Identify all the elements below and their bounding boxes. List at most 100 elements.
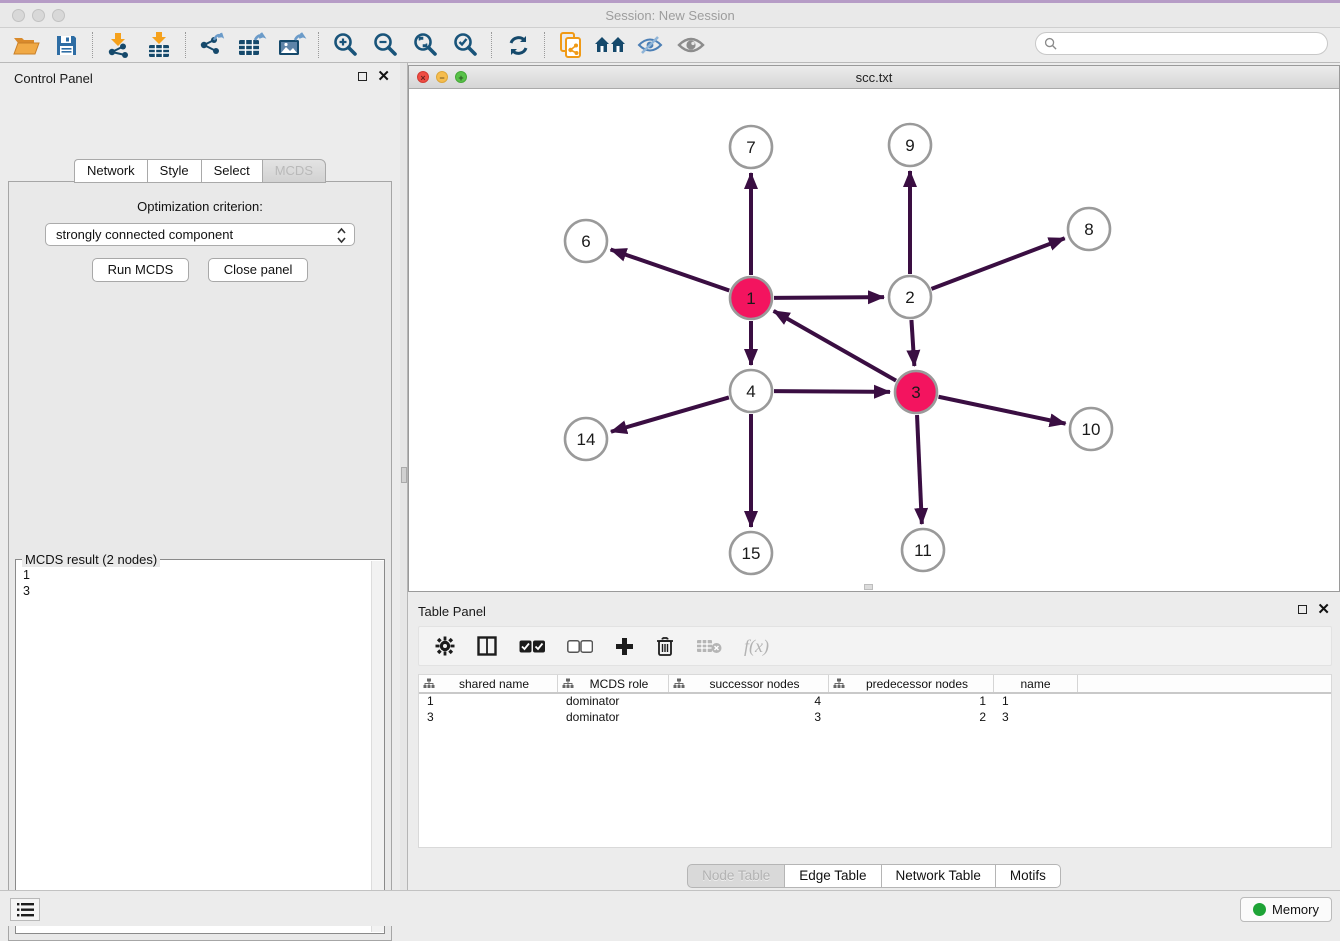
tree-icon [833, 678, 845, 689]
zoom-fit-button[interactable] [405, 30, 445, 60]
graph-edge-1-2[interactable] [774, 297, 884, 298]
graph-edge-2-8[interactable] [932, 238, 1065, 289]
table-row[interactable]: 1 dominator 4 1 1 [419, 694, 1331, 710]
graph-node-label: 2 [905, 288, 914, 307]
export-image-icon [277, 32, 307, 58]
control-panel-tabs: NetworkStyleSelectMCDS [0, 159, 400, 183]
column-header-name[interactable]: name [994, 675, 1078, 692]
hide-panel-button[interactable] [631, 30, 671, 60]
network-window-titlebar[interactable]: × − + scc.txt [409, 66, 1339, 89]
import-table-icon [146, 32, 172, 58]
toolbar-separator [185, 32, 186, 58]
graph-edge-2-3[interactable] [911, 320, 914, 366]
add-column-icon[interactable] [615, 637, 634, 656]
float-panel-icon[interactable] [358, 72, 367, 81]
tab-network-table[interactable]: Network Table [881, 864, 995, 888]
home-icon [594, 34, 628, 56]
column-header-predecessor-nodes[interactable]: predecessor nodes [829, 675, 994, 692]
graph-node-label: 6 [581, 232, 590, 251]
cell-name[interactable]: 3 [994, 710, 1078, 726]
refresh-button[interactable] [498, 30, 538, 60]
open-session-button[interactable] [6, 30, 46, 60]
cell-predecessor[interactable]: 1 [829, 694, 994, 710]
network-graph[interactable]: 7968124314101511 [409, 89, 1339, 592]
tab-node-table[interactable]: Node Table [687, 864, 784, 888]
cell-shared-name[interactable]: 1 [419, 694, 558, 710]
panel-splitter[interactable] [400, 63, 408, 890]
node-table[interactable]: shared name MCDS role successor nodes pr… [418, 674, 1332, 848]
tab-mcds[interactable]: MCDS [262, 159, 326, 183]
zoom-in-button[interactable] [325, 30, 365, 60]
search-field[interactable] [1035, 32, 1328, 55]
float-table-panel-icon[interactable] [1298, 605, 1307, 614]
clone-network-button[interactable] [551, 30, 591, 60]
tab-style[interactable]: Style [147, 159, 201, 183]
search-input[interactable] [1057, 33, 1327, 54]
mcds-tab-content: Optimization criterion: strongly connect… [8, 181, 392, 941]
cell-successor[interactable]: 4 [669, 694, 829, 710]
tab-motifs[interactable]: Motifs [995, 864, 1061, 888]
column-header-mcds-role[interactable]: MCDS role [558, 675, 669, 692]
criterion-dropdown[interactable]: strongly connected component [45, 223, 355, 246]
show-panel-button[interactable] [671, 30, 711, 60]
tab-network[interactable]: Network [74, 159, 147, 183]
graph-edge-3-1[interactable] [774, 311, 896, 381]
select-all-checkboxes-icon[interactable] [519, 640, 545, 653]
app-titlebar: Session: New Session [0, 3, 1340, 28]
column-layout-icon[interactable] [477, 636, 497, 656]
network-canvas[interactable]: 7968124314101511 [409, 89, 1339, 591]
toolbar-separator [491, 32, 492, 58]
memory-status-icon [1253, 903, 1266, 916]
import-network-button[interactable] [99, 30, 139, 60]
network-resize-grip[interactable] [864, 584, 873, 590]
close-table-panel-icon[interactable]: ✕ [1317, 604, 1330, 615]
table-row[interactable]: 3 dominator 3 2 3 [419, 710, 1331, 726]
cell-shared-name[interactable]: 3 [419, 710, 558, 726]
export-network-button[interactable] [192, 30, 232, 60]
memory-button[interactable]: Memory [1240, 897, 1332, 922]
graph-edge-4-14[interactable] [611, 397, 729, 431]
graph-edge-3-11[interactable] [917, 415, 922, 524]
export-table-button[interactable] [232, 30, 272, 60]
zoom-selected-button[interactable] [445, 30, 485, 60]
column-header-successor-nodes[interactable]: successor nodes [669, 675, 829, 692]
graph-edge-1-6[interactable] [611, 249, 730, 290]
import-table-button[interactable] [139, 30, 179, 60]
cell-predecessor[interactable]: 2 [829, 710, 994, 726]
zoom-in-icon [332, 32, 358, 58]
eye-slash-icon [637, 34, 665, 56]
cell-mcds-role[interactable]: dominator [558, 694, 669, 710]
splitter-grip[interactable] [401, 467, 407, 483]
delete-column-icon[interactable] [656, 636, 674, 656]
graph-node-label: 9 [905, 136, 914, 155]
list-icon [17, 903, 34, 917]
optimization-criterion-label: Optimization criterion: [9, 199, 391, 214]
graph-edge-3-10[interactable] [939, 397, 1066, 424]
graph-edge-4-3[interactable] [774, 391, 890, 392]
deselect-all-checkboxes-icon[interactable] [567, 640, 593, 653]
cell-mcds-role[interactable]: dominator [558, 710, 669, 726]
zoom-out-button[interactable] [365, 30, 405, 60]
task-history-button[interactable] [10, 898, 40, 921]
save-session-button[interactable] [46, 30, 86, 60]
graph-node-label: 10 [1082, 420, 1101, 439]
export-table-icon [237, 32, 267, 58]
close-panel-icon[interactable]: ✕ [377, 71, 390, 82]
cell-successor[interactable]: 3 [669, 710, 829, 726]
tab-edge-table[interactable]: Edge Table [784, 864, 880, 888]
close-panel-button[interactable]: Close panel [208, 258, 309, 282]
session-title: Session: New Session [0, 8, 1340, 23]
mcds-result-list[interactable]: 1 3 [16, 561, 370, 933]
export-image-button[interactable] [272, 30, 312, 60]
settings-gear-icon[interactable] [435, 636, 455, 656]
result-scrollbar[interactable] [371, 561, 384, 932]
run-mcds-button[interactable]: Run MCDS [92, 258, 190, 282]
control-panel-title: Control Panel [14, 71, 93, 86]
open-folder-icon [13, 34, 40, 56]
dropdown-stepper-icon [336, 227, 347, 247]
home-button[interactable] [591, 30, 631, 60]
tab-select[interactable]: Select [201, 159, 262, 183]
column-header-shared-name[interactable]: shared name [419, 675, 558, 692]
refresh-icon [506, 33, 531, 58]
cell-name[interactable]: 1 [994, 694, 1078, 710]
